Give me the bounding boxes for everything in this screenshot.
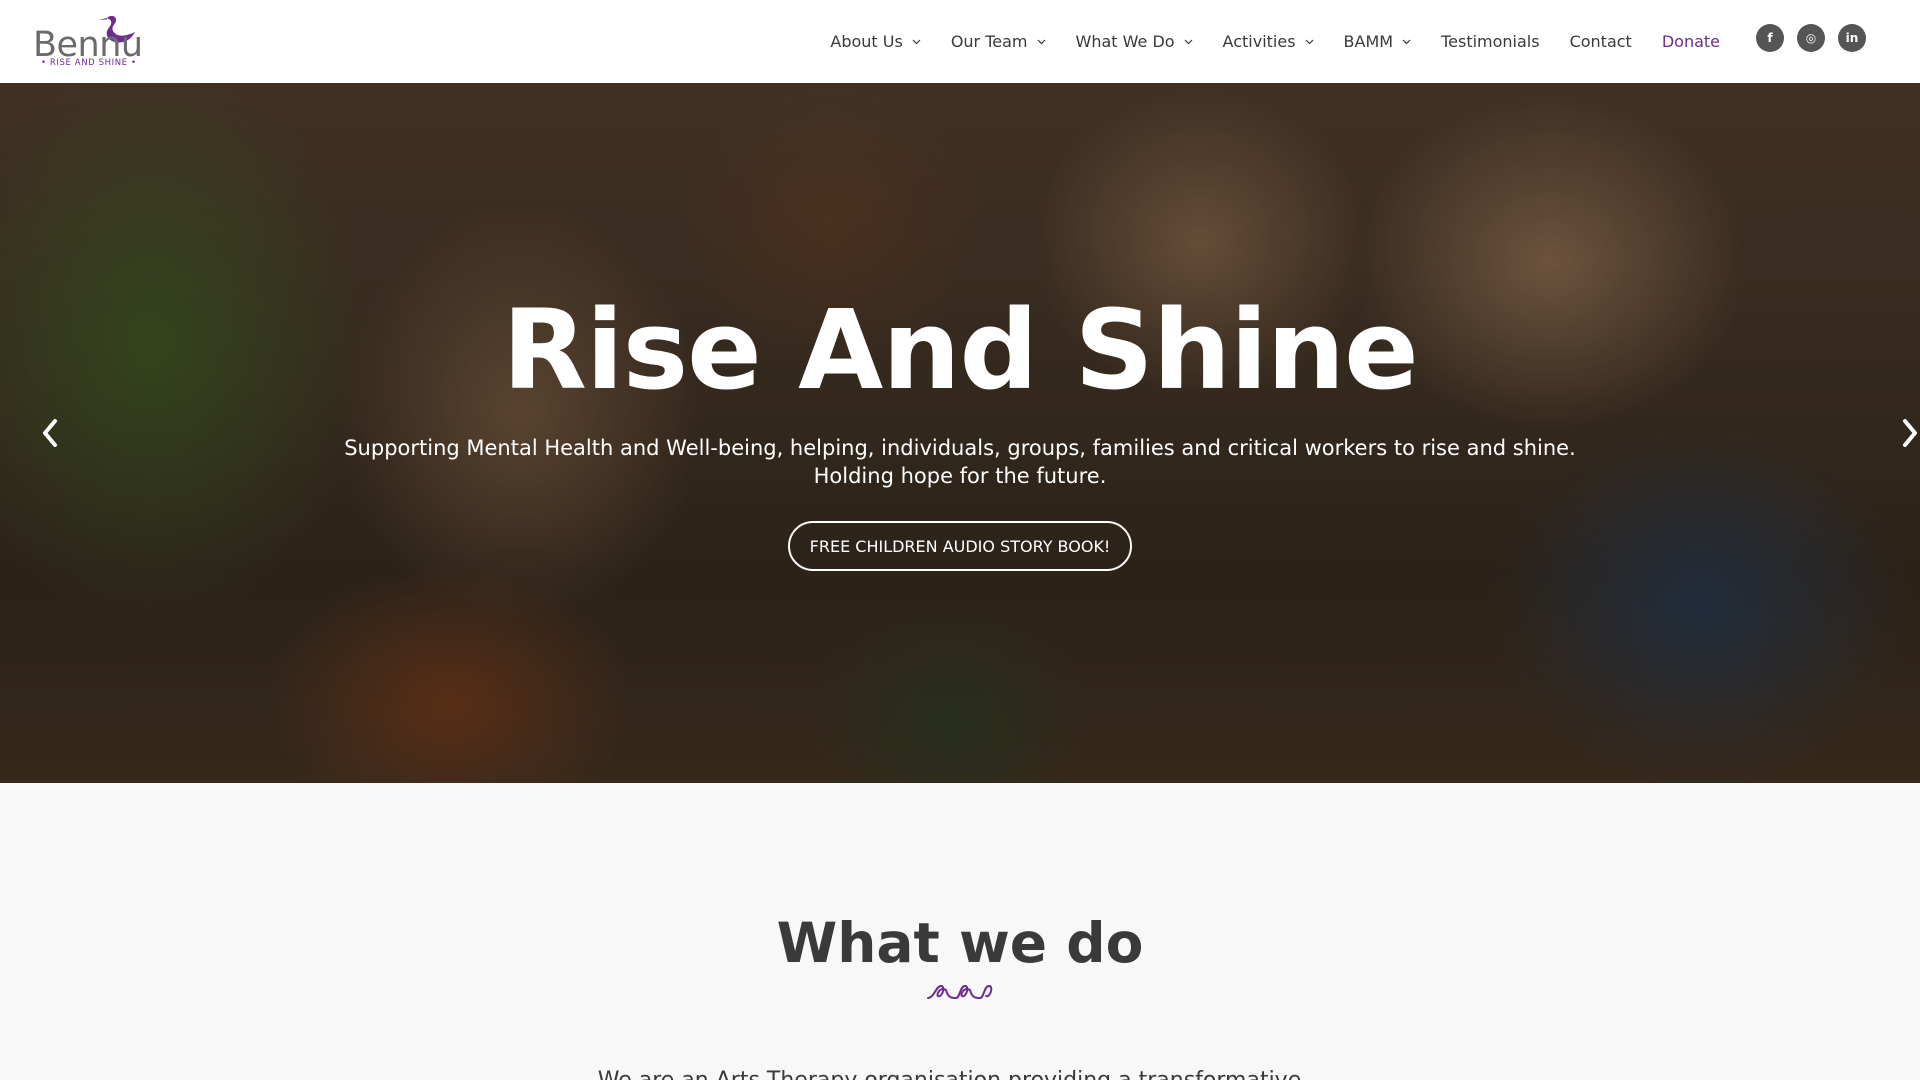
nav-testimonials[interactable]: Testimonials xyxy=(1441,32,1540,51)
chevron-down-icon xyxy=(1402,39,1411,44)
section-intro-text: We are an Arts Therapy organisation prov… xyxy=(0,1068,1920,1080)
hero-overlay xyxy=(0,83,1920,783)
nav-our-team[interactable]: Our Team xyxy=(951,32,1046,51)
nav-bamm[interactable]: BAMM xyxy=(1344,32,1412,51)
social-links: f ◎ in xyxy=(1756,24,1866,52)
squiggle-divider-icon xyxy=(927,984,993,1000)
chevron-down-icon xyxy=(1184,39,1192,44)
chevron-right-icon[interactable] xyxy=(1899,415,1920,451)
logo-tagline: • RISE AND SHINE • xyxy=(41,58,137,68)
nav-activities[interactable]: Activities xyxy=(1223,32,1314,51)
audio-story-book-button[interactable]: FREE CHILDREN AUDIO STORY BOOK! xyxy=(788,521,1132,571)
main-nav: About Us Our Team What We Do Activities … xyxy=(800,0,1720,83)
logo[interactable]: Bennu • RISE AND SHINE • xyxy=(33,14,143,70)
chevron-down-icon xyxy=(1305,39,1313,44)
facebook-icon[interactable]: f xyxy=(1756,24,1784,52)
hero-subtitle-line-1: Supporting Mental Health and Well-being,… xyxy=(344,436,1576,460)
hero-slider: Rise And Shine Supporting Mental Health … xyxy=(0,83,1920,783)
nav-what-we-do[interactable]: What We Do xyxy=(1076,32,1193,51)
chevron-left-icon[interactable] xyxy=(39,415,61,451)
nav-contact[interactable]: Contact xyxy=(1570,32,1632,51)
section-title: What we do xyxy=(776,911,1144,975)
site-header: Bennu • RISE AND SHINE • About Us Our Te… xyxy=(0,0,1920,83)
chevron-down-icon xyxy=(1037,39,1045,44)
nav-donate[interactable]: Donate xyxy=(1662,32,1720,51)
instagram-icon[interactable]: ◎ xyxy=(1797,24,1825,52)
hero-title: Rise And Shine xyxy=(502,286,1418,414)
nav-about-us[interactable]: About Us xyxy=(830,32,921,51)
hero-subtitle: Supporting Mental Health and Well-being,… xyxy=(0,434,1920,490)
hero-subtitle-line-2: Holding hope for the future. xyxy=(813,464,1107,488)
linkedin-icon[interactable]: in xyxy=(1838,24,1866,52)
chevron-down-icon xyxy=(912,39,921,44)
